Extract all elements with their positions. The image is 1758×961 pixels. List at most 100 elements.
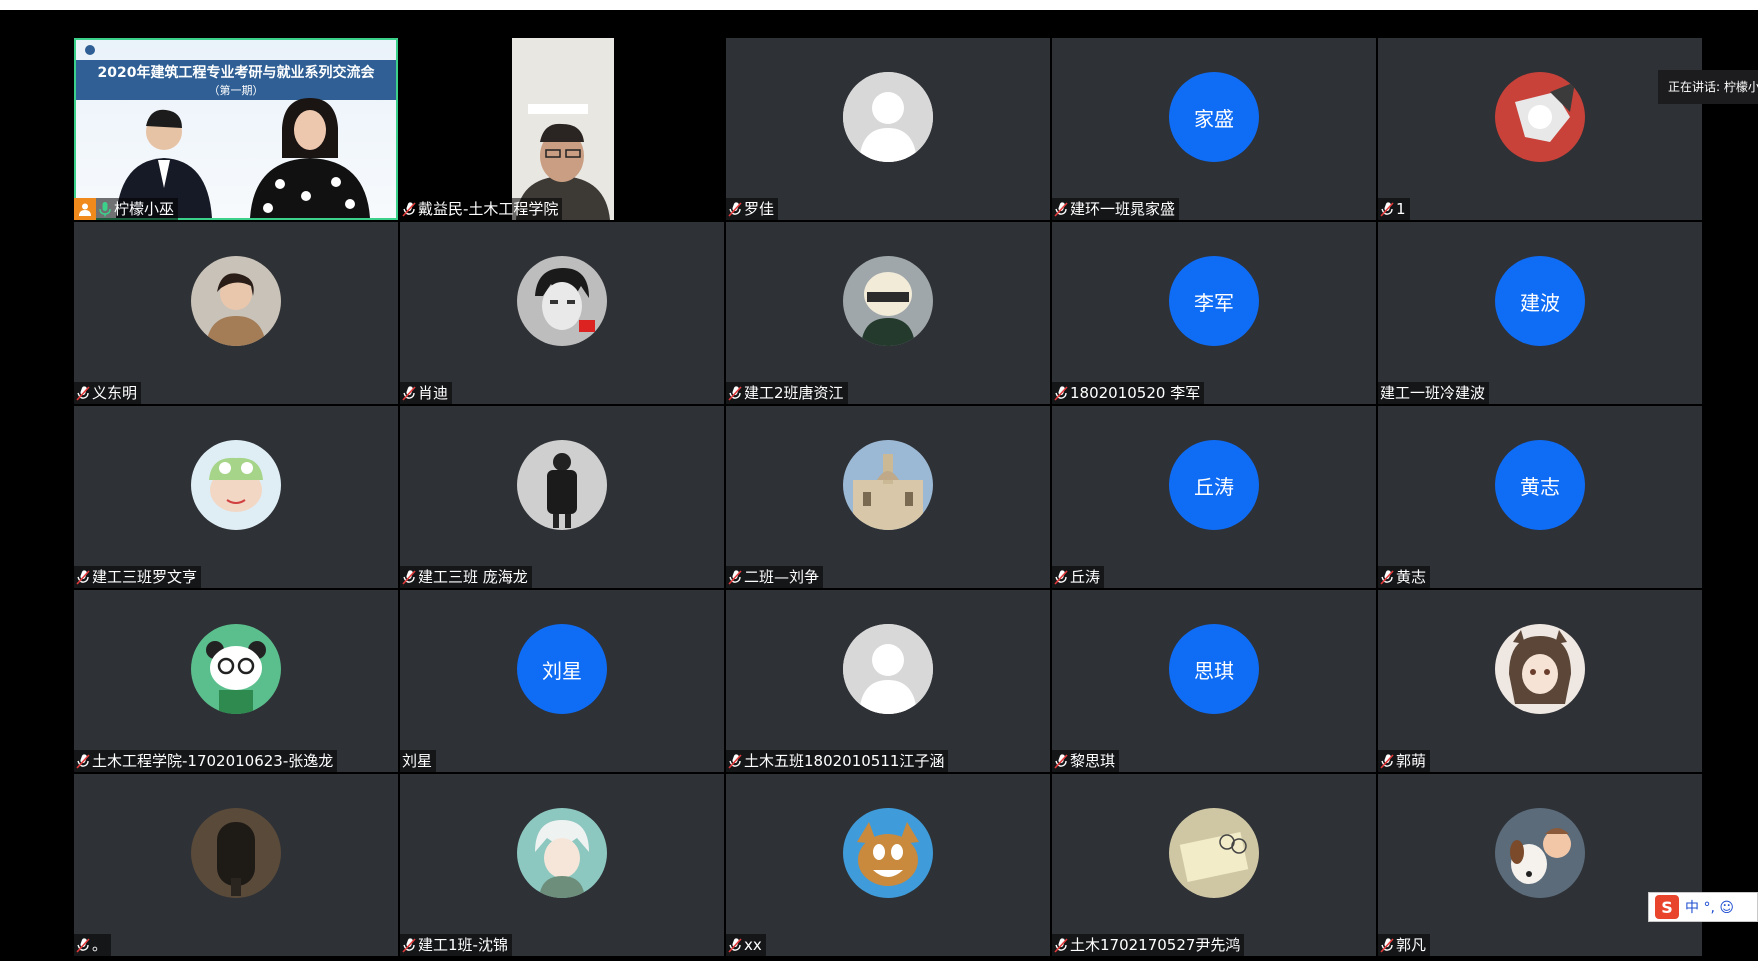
participant-tile[interactable]: 李军 1802010520 李军 <box>1052 222 1376 404</box>
participant-name-label: 郭萌 <box>1378 750 1431 772</box>
participant-tile[interactable]: 刘星 刘星 <box>400 590 724 772</box>
participant-tile[interactable]: 罗佳 <box>726 38 1050 220</box>
microphone-muted-icon <box>1054 385 1068 401</box>
university-logo-icon <box>84 44 224 58</box>
presenter-woman <box>250 98 370 218</box>
participant-grid: 2020年建筑工程专业考研与就业系列交流会 （第一期） 柠檬小巫 戴益民-土木工程学院… <box>74 38 1702 956</box>
microphone-muted-icon <box>728 385 742 401</box>
avatar-initials: 家盛 <box>1194 106 1234 131</box>
microphone-muted-icon <box>1054 937 1068 953</box>
participant-avatar <box>517 808 607 898</box>
avatar-initials: 李军 <box>1194 290 1234 315</box>
participant-avatar <box>1495 624 1585 714</box>
participant-name-label: 罗佳 <box>726 198 779 220</box>
participant-avatar: 刘星 <box>517 624 607 714</box>
participant-name: 黄志 <box>1396 568 1427 586</box>
slide-title: 2020年建筑工程专业考研与就业系列交流会 <box>97 65 375 81</box>
participant-name-label: 土木五班1802010511江子涵 <box>726 750 949 772</box>
host-person-icon <box>74 198 96 220</box>
participant-name: 建工一班冷建波 <box>1380 384 1486 402</box>
participant-tile[interactable]: 建工三班罗文亨 <box>74 406 398 588</box>
participant-tile[interactable]: 郭凡 <box>1378 774 1702 956</box>
participant-tile[interactable]: 1 <box>1378 38 1702 220</box>
participant-name: 肖迪 <box>418 384 449 402</box>
microphone-muted-icon <box>402 201 416 217</box>
participant-tile[interactable]: 义东明 <box>74 222 398 404</box>
participant-name: 土木1702170527尹先鸿 <box>1070 936 1241 954</box>
participant-tile[interactable]: 建工1班-沈锦 <box>400 774 724 956</box>
ime-toolbar[interactable]: S 中 °, ☺ <box>1648 892 1758 922</box>
microphone-muted-icon <box>1054 201 1068 217</box>
participant-name: 戴益民-土木工程学院 <box>418 200 559 218</box>
participant-avatar: 黄志 <box>1495 440 1585 530</box>
microphone-muted-icon <box>728 201 742 217</box>
participant-tile[interactable]: 建波建工一班冷建波 <box>1378 222 1702 404</box>
participant-tile[interactable]: 丘涛 丘涛 <box>1052 406 1376 588</box>
avatar-initials: 刘星 <box>542 658 582 683</box>
participant-name: 建工三班罗文亨 <box>92 568 198 586</box>
participant-avatar <box>191 440 281 530</box>
participant-tile[interactable]: 二班—刘争 <box>726 406 1050 588</box>
participant-avatar: 李军 <box>1169 256 1259 346</box>
participant-tile[interactable]: 肖迪 <box>400 222 724 404</box>
microphone-muted-icon <box>728 753 742 769</box>
participant-avatar <box>191 808 281 898</box>
participant-name: 土木工程学院-1702010623-张逸龙 <box>92 752 334 770</box>
participant-name: 义东明 <box>92 384 138 402</box>
participant-avatar <box>843 256 933 346</box>
participant-name-label: 二班—刘争 <box>726 566 824 588</box>
participant-name: 丘涛 <box>1070 568 1101 586</box>
microphone-muted-icon <box>402 937 416 953</box>
participant-name-label: 丘涛 <box>1052 566 1105 588</box>
participant-tile[interactable]: xx <box>726 774 1050 956</box>
sogou-logo-icon: S <box>1655 895 1679 919</box>
participant-tile[interactable]: 建工2班唐资江 <box>726 222 1050 404</box>
participant-name-label: 黄志 <box>1378 566 1431 588</box>
microphone-muted-icon <box>1054 569 1068 585</box>
participant-avatar <box>191 256 281 346</box>
participant-tile[interactable]: 郭萌 <box>1378 590 1702 772</box>
participant-name-label: xx <box>726 934 766 956</box>
participant-avatar <box>1169 808 1259 898</box>
microphone-on-icon <box>98 201 112 217</box>
participant-avatar <box>843 808 933 898</box>
participant-name: 。 <box>92 936 108 954</box>
microphone-muted-icon <box>1380 201 1394 217</box>
shared-video-frame: 2020年建筑工程专业考研与就业系列交流会 （第一期） <box>74 38 398 220</box>
participant-tile[interactable]: 土木五班1802010511江子涵 <box>726 590 1050 772</box>
participant-video <box>512 38 614 220</box>
participant-tile[interactable]: 建工三班 庞海龙 <box>400 406 724 588</box>
participant-name-label: 建工2班唐资江 <box>726 382 848 404</box>
ime-status-text: 中 °, ☺ <box>1685 900 1734 916</box>
participant-avatar <box>843 72 933 162</box>
microphone-muted-icon <box>1380 753 1394 769</box>
participant-name: 柠檬小巫 <box>114 200 175 218</box>
participant-avatar <box>843 624 933 714</box>
participant-name-label: 肖迪 <box>400 382 453 404</box>
participant-name-label: 1 <box>1378 198 1410 220</box>
participant-name-label: 建工三班罗文亨 <box>74 566 202 588</box>
participant-name: 1 <box>1396 200 1406 218</box>
participant-avatar: 思琪 <box>1169 624 1259 714</box>
participant-avatar <box>517 256 607 346</box>
participant-avatar <box>1495 808 1585 898</box>
participant-name-label: 戴益民-土木工程学院 <box>400 198 563 220</box>
avatar-initials: 建波 <box>1520 290 1560 315</box>
avatar-initials: 黄志 <box>1520 474 1560 499</box>
participant-tile[interactable]: 土木1702170527尹先鸿 <box>1052 774 1376 956</box>
microphone-muted-icon <box>1380 937 1394 953</box>
participant-tile[interactable]: 黄志 黄志 <box>1378 406 1702 588</box>
participant-name: xx <box>744 936 762 954</box>
microphone-muted-icon <box>728 937 742 953</box>
participant-name-label: 刘星 <box>400 750 437 772</box>
participant-tile[interactable]: 思琪黎思琪 <box>1052 590 1376 772</box>
microphone-muted-icon <box>728 569 742 585</box>
participant-tile[interactable]: 戴益民-土木工程学院 <box>400 38 724 220</box>
participant-tile[interactable]: 2020年建筑工程专业考研与就业系列交流会 （第一期） 柠檬小巫 <box>74 38 398 220</box>
participant-name-label: 郭凡 <box>1378 934 1431 956</box>
participant-tile[interactable]: 。 <box>74 774 398 956</box>
participant-tile[interactable]: 土木工程学院-1702010623-张逸龙 <box>74 590 398 772</box>
avatar-initials: 丘涛 <box>1194 474 1234 499</box>
participant-name-label: 黎思琪 <box>1052 750 1120 772</box>
participant-tile[interactable]: 家盛 建环一班晁家盛 <box>1052 38 1376 220</box>
